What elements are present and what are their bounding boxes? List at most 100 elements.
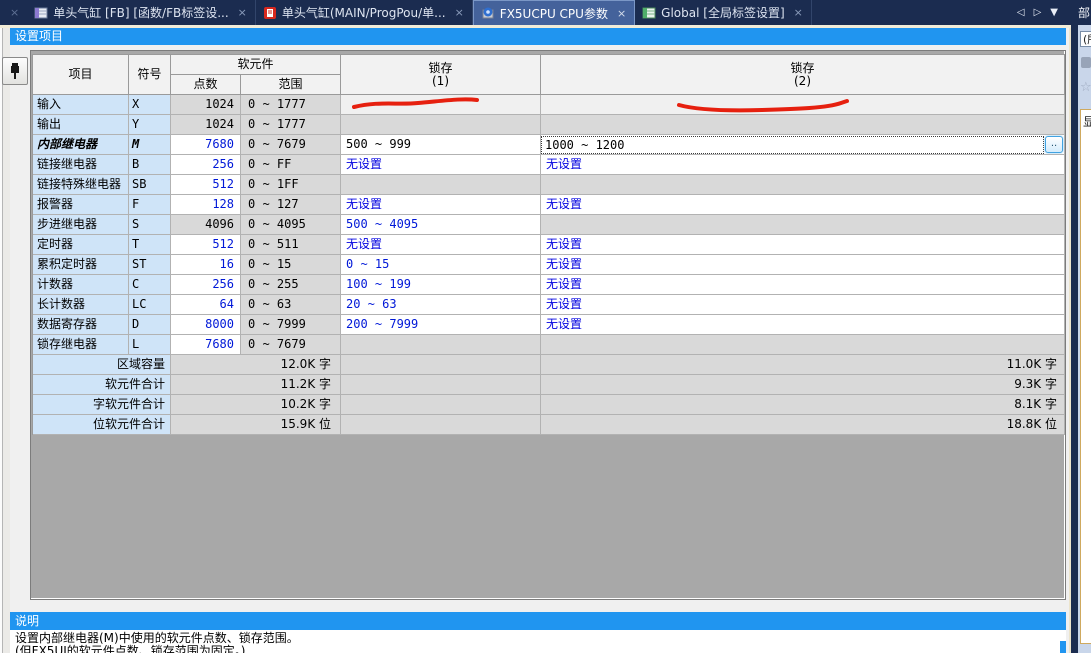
range-cell: 0 ~ 7679 bbox=[241, 135, 341, 155]
tab-close-icon[interactable]: × bbox=[790, 6, 803, 19]
device-name: 锁存继电器 bbox=[33, 335, 129, 355]
latch2-cell[interactable]: 无设置 bbox=[541, 275, 1065, 295]
range-cell: 0 ~ 511 bbox=[241, 235, 341, 255]
total-latch1-cell bbox=[341, 375, 541, 395]
latch1-cell[interactable]: 无设置 bbox=[341, 235, 541, 255]
tab-fb-label-settings[interactable]: 单头气缸 [FB] [函数/FB标签设... × bbox=[27, 0, 256, 25]
points-cell[interactable]: 7680 bbox=[171, 335, 241, 355]
device-row-T: 定时器T5120 ~ 511无设置无设置 bbox=[33, 235, 1065, 255]
device-name: 长计数器 bbox=[33, 295, 129, 315]
device-row-L: 锁存继电器L76800 ~ 7679 bbox=[33, 335, 1065, 355]
device-name: 数据寄存器 bbox=[33, 315, 129, 335]
latch-range-input[interactable]: 1000 ~ 1200 bbox=[541, 136, 1044, 154]
total-latch2-value: 11.0K 字 bbox=[541, 355, 1065, 375]
latch1-cell[interactable]: 无设置 bbox=[341, 155, 541, 175]
points-cell[interactable]: 8000 bbox=[171, 315, 241, 335]
latch2-cell[interactable]: 无设置 bbox=[541, 155, 1065, 175]
total-row: 区域容量12.0K 字11.0K 字 bbox=[33, 355, 1065, 375]
points-cell[interactable]: 256 bbox=[171, 155, 241, 175]
global-label-icon bbox=[642, 6, 656, 20]
browse-button[interactable]: .. bbox=[1045, 136, 1063, 153]
device-name: 累积定时器 bbox=[33, 255, 129, 275]
total-row: 位软元件合计15.9K 位18.8K 位 bbox=[33, 415, 1065, 435]
tab-program-main[interactable]: 单头气缸(MAIN/ProgPou/单... × bbox=[256, 0, 473, 25]
element-filter-combobox[interactable]: (所 bbox=[1080, 31, 1091, 47]
latch2-cell[interactable]: 无设置 bbox=[541, 235, 1065, 255]
device-symbol: ST bbox=[129, 255, 171, 275]
device-symbol: Y bbox=[129, 115, 171, 135]
docking-pin-button[interactable] bbox=[2, 57, 28, 85]
device-symbol: M bbox=[129, 135, 171, 155]
description-line: (但FX5UJ的软元件点数、锁存范围为固定。) bbox=[15, 645, 1066, 653]
points-cell: 4096 bbox=[171, 215, 241, 235]
program-icon bbox=[263, 6, 277, 20]
favorites-star-icon[interactable]: ☆ bbox=[1080, 80, 1091, 95]
points-cell[interactable]: 512 bbox=[171, 175, 241, 195]
total-row: 软元件合计11.2K 字9.3K 字 bbox=[33, 375, 1065, 395]
tab-close-icon[interactable]: × bbox=[613, 7, 626, 20]
points-cell[interactable]: 512 bbox=[171, 235, 241, 255]
latch1-cell[interactable]: 无设置 bbox=[341, 195, 541, 215]
latch2-cell[interactable]: 无设置 bbox=[541, 315, 1065, 335]
points-cell[interactable]: 7680 bbox=[171, 135, 241, 155]
total-latch1-cell bbox=[341, 415, 541, 435]
range-cell: 0 ~ 1777 bbox=[241, 95, 341, 115]
total-latch1-cell bbox=[341, 395, 541, 415]
device-row-D: 数据寄存器D80000 ~ 7999200 ~ 7999无设置 bbox=[33, 315, 1065, 335]
points-cell[interactable]: 256 bbox=[171, 275, 241, 295]
tab-global-label[interactable]: Global [全局标签设置] × bbox=[635, 0, 812, 25]
tab-scroll-right-icon[interactable]: ▷ bbox=[1034, 7, 1042, 18]
tab-cpu-parameter[interactable]: FX5UCPU CPU参数 × bbox=[473, 0, 635, 25]
total-label: 字软元件合计 bbox=[33, 395, 171, 415]
latch1-cell bbox=[341, 95, 541, 115]
latch2-cell[interactable]: 无设置 bbox=[541, 255, 1065, 275]
tab-label: FX5UCPU CPU参数 bbox=[500, 5, 608, 22]
points-cell[interactable]: 64 bbox=[171, 295, 241, 315]
device-table-header: 项目 符号 软元件 点数 范围 锁存 (1) 锁存 (2) bbox=[33, 55, 1065, 95]
tab-close-icon[interactable]: × bbox=[234, 6, 247, 19]
points-cell[interactable]: 128 bbox=[171, 195, 241, 215]
range-cell: 0 ~ 15 bbox=[241, 255, 341, 275]
header-latch2-number: (2) bbox=[794, 75, 811, 88]
device-symbol: X bbox=[129, 95, 171, 115]
range-cell: 0 ~ 1FF bbox=[241, 175, 341, 195]
latch1-cell bbox=[341, 115, 541, 135]
tab-list-dropdown-icon[interactable]: ▼ bbox=[1050, 7, 1058, 18]
gx-works3-window: { "tabs": { "ghost_close": "×", "items":… bbox=[0, 0, 1091, 653]
range-cell: 0 ~ 255 bbox=[241, 275, 341, 295]
panel-toolbar-icon[interactable] bbox=[1081, 57, 1091, 68]
latch2-cell[interactable]: 无设置 bbox=[541, 195, 1065, 215]
device-table-totals: 区域容量12.0K 字11.0K 字软元件合计11.2K 字9.3K 字字软元件… bbox=[33, 355, 1065, 435]
latch2-cell-editing[interactable]: 1000 ~ 1200.. bbox=[541, 135, 1065, 155]
total-latch2-value: 18.8K 位 bbox=[541, 415, 1065, 435]
device-symbol: B bbox=[129, 155, 171, 175]
latch2-cell[interactable]: 无设置 bbox=[541, 295, 1065, 315]
latch1-cell bbox=[341, 335, 541, 355]
latch1-cell[interactable]: 100 ~ 199 bbox=[341, 275, 541, 295]
header-points: 点数 bbox=[171, 75, 241, 95]
header-item: 项目 bbox=[33, 55, 129, 95]
tab-scroll-left-icon[interactable]: ◁ bbox=[1017, 7, 1025, 18]
device-table: 项目 符号 软元件 点数 范围 锁存 (1) 锁存 (2) 输入X10240 ~… bbox=[32, 54, 1065, 435]
points-cell: 1024 bbox=[171, 115, 241, 135]
device-row-M: 内部继电器M76800 ~ 7679500 ~ 9991000 ~ 1200.. bbox=[33, 135, 1065, 155]
device-row-F: 报警器F1280 ~ 127无设置无设置 bbox=[33, 195, 1065, 215]
header-latch1-number: (1) bbox=[432, 75, 449, 88]
device-name: 链接继电器 bbox=[33, 155, 129, 175]
device-symbol: S bbox=[129, 215, 171, 235]
latch1-cell[interactable]: 200 ~ 7999 bbox=[341, 315, 541, 335]
total-device-value: 10.2K 字 bbox=[171, 395, 341, 415]
points-cell[interactable]: 16 bbox=[171, 255, 241, 275]
latch1-cell[interactable]: 20 ~ 63 bbox=[341, 295, 541, 315]
window-fragment bbox=[1060, 641, 1066, 653]
latch1-cell[interactable]: 500 ~ 999 bbox=[341, 135, 541, 155]
total-latch2-value: 9.3K 字 bbox=[541, 375, 1065, 395]
tab-close-icon[interactable]: × bbox=[451, 6, 464, 19]
device-symbol: LC bbox=[129, 295, 171, 315]
latch1-cell[interactable]: 500 ~ 4095 bbox=[341, 215, 541, 235]
header-latch1-title: 锁存 bbox=[428, 62, 452, 75]
range-cell: 0 ~ 1777 bbox=[241, 115, 341, 135]
total-label: 区域容量 bbox=[33, 355, 171, 375]
latch1-cell[interactable]: 0 ~ 15 bbox=[341, 255, 541, 275]
latch2-cell bbox=[541, 215, 1065, 235]
